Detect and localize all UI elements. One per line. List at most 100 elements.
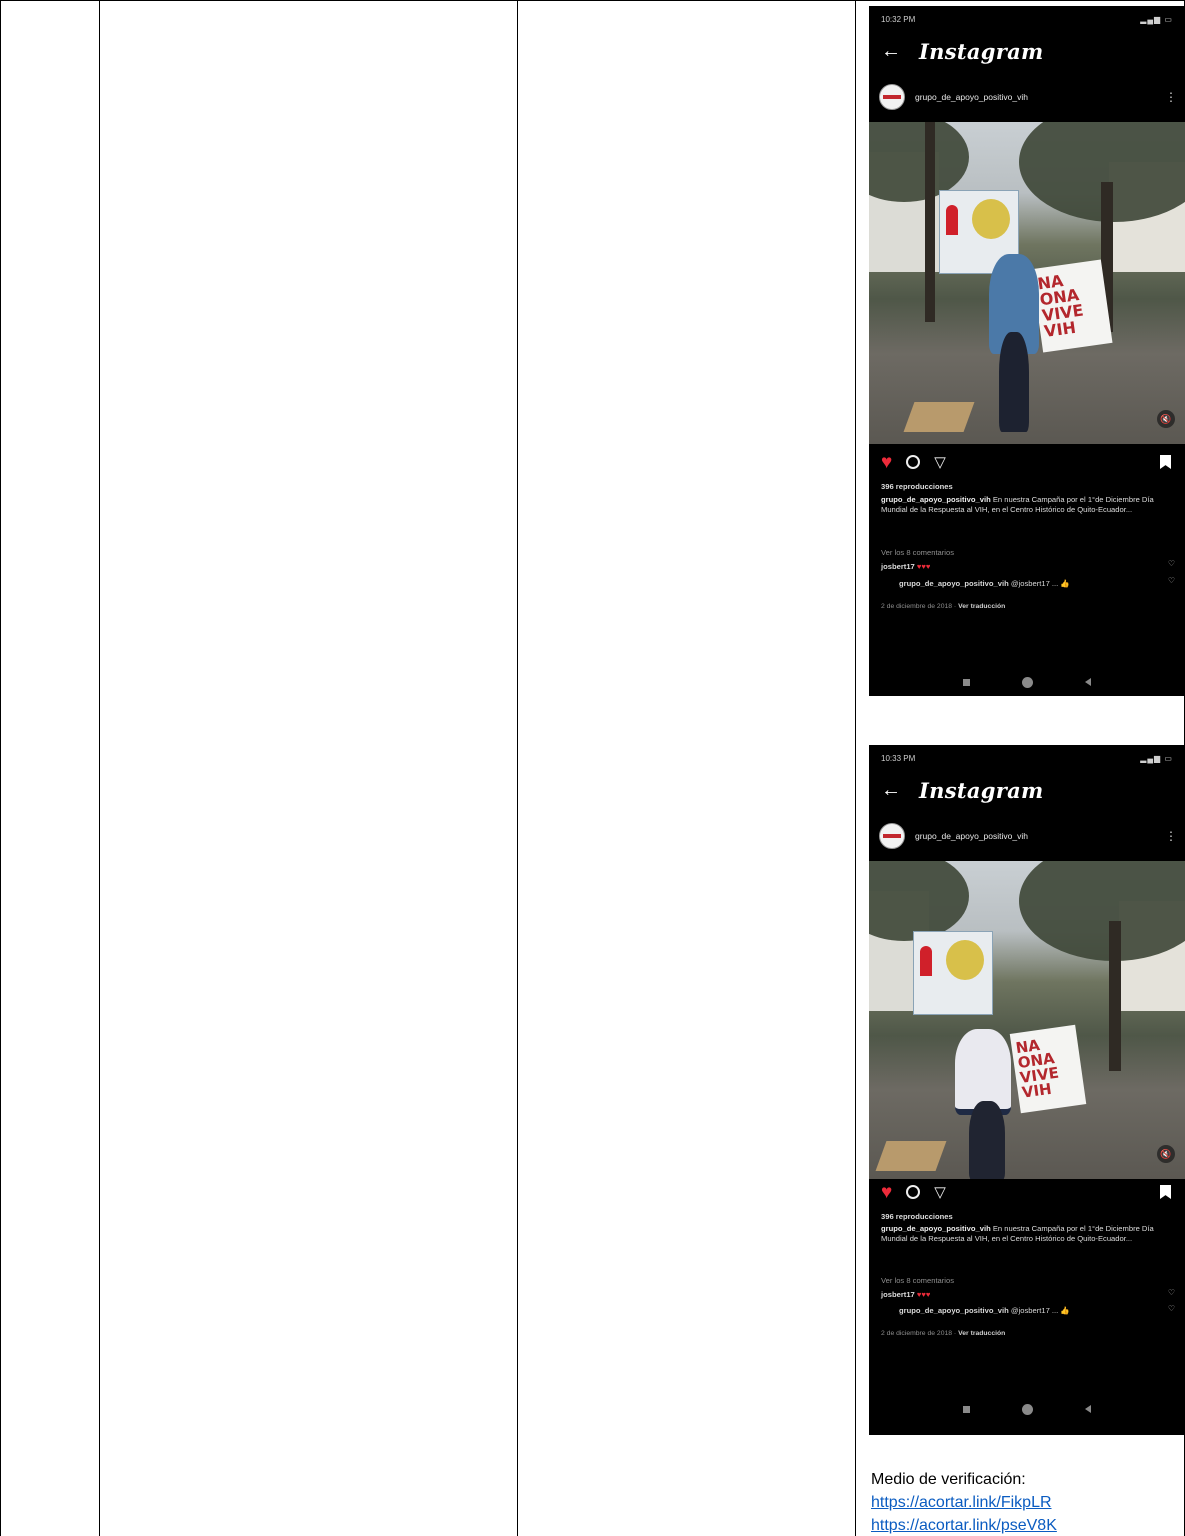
reply-text: @josbert17 ... xyxy=(1010,579,1059,588)
poster-disc xyxy=(972,199,1010,239)
post-video-frame[interactable]: NA ONA VIVE VIH 🔇 xyxy=(869,122,1185,444)
instagram-screenshot-2: 10:33 PM ▂▄▆ ▭ ← Instagram grupo_de_apoy… xyxy=(869,745,1185,1435)
table-col-border-2 xyxy=(99,0,100,1536)
back-arrow-icon[interactable]: ← xyxy=(881,779,901,802)
comment-like-icon[interactable]: ♡ xyxy=(1168,1288,1175,1297)
more-options-icon[interactable]: ⋮ xyxy=(1165,90,1177,104)
cardboard-box xyxy=(903,402,975,432)
caption-username[interactable]: grupo_de_apoyo_positivo_vih xyxy=(881,495,991,504)
reply-like-icon[interactable]: ♡ xyxy=(1168,576,1175,585)
post-header: grupo_de_apoyo_positivo_vih ⋮ xyxy=(879,84,1177,110)
comment-icon[interactable] xyxy=(906,1185,921,1199)
post-date-line: 2 de diciembre de 2018 · Ver traducción xyxy=(881,1330,1006,1337)
red-ribbon-icon xyxy=(920,946,932,976)
protest-banner: NA ONA VIVE VIH xyxy=(1031,259,1113,353)
like-heart-icon[interactable]: ♥ xyxy=(881,453,892,472)
view-comments-link[interactable]: Ver los 8 comentarios xyxy=(881,548,1171,558)
back-arrow-icon[interactable]: ← xyxy=(881,40,901,63)
reply-comment: grupo_de_apoyo_positivo_vih @josbert17 .… xyxy=(899,579,1171,589)
post-username[interactable]: grupo_de_apoyo_positivo_vih xyxy=(915,831,1165,841)
nav-back-icon[interactable] xyxy=(1085,1405,1091,1413)
comment-username[interactable]: josbert17 xyxy=(881,562,915,571)
tree-trunk xyxy=(1109,921,1121,1071)
home-icon[interactable] xyxy=(1022,1403,1033,1415)
post-caption: grupo_de_apoyo_positivo_vih En nuestra C… xyxy=(881,1224,1171,1244)
reply-like-icon[interactable]: ♡ xyxy=(1168,1304,1175,1313)
tree-canopy xyxy=(869,861,969,941)
post-date: 2 de diciembre de 2018 xyxy=(881,1330,953,1337)
red-ribbon-icon xyxy=(946,205,958,235)
banner-text: NA ONA VIVE VIH xyxy=(1036,271,1085,342)
comment: josbert17 ♥♥♥ xyxy=(881,1290,1171,1300)
comment-hearts: ♥♥♥ xyxy=(916,1290,931,1299)
reply-comment: grupo_de_apoyo_positivo_vih @josbert17 .… xyxy=(899,1306,1171,1316)
table-col-border-1 xyxy=(0,0,1,1536)
person xyxy=(969,1101,1005,1179)
mute-icon[interactable]: 🔇 xyxy=(1157,1145,1175,1163)
campaign-poster xyxy=(913,931,993,1015)
thumbs-up-icon: 👍 xyxy=(1060,579,1070,588)
comment: josbert17 ♥♥♥ xyxy=(881,562,1171,572)
caption-username[interactable]: grupo_de_apoyo_positivo_vih xyxy=(881,1224,991,1233)
post-username[interactable]: grupo_de_apoyo_positivo_vih xyxy=(915,92,1165,102)
signal-battery-icon: ▂▄▆ ▭ xyxy=(1140,754,1173,763)
person xyxy=(999,332,1029,432)
app-top-bar: ← Instagram xyxy=(881,36,1173,66)
verification-link-1[interactable]: https://acortar.link/FikpLR xyxy=(871,1494,1052,1512)
avatar[interactable] xyxy=(879,84,905,110)
post-header: grupo_de_apoyo_positivo_vih ⋮ xyxy=(879,823,1177,849)
recents-icon[interactable] xyxy=(963,678,970,686)
share-icon[interactable]: ▽ xyxy=(934,455,946,470)
share-icon[interactable]: ▽ xyxy=(934,1185,946,1200)
status-bar: 10:33 PM ▂▄▆ ▭ xyxy=(881,754,1173,766)
android-nav-bar xyxy=(869,1401,1185,1417)
comment-username[interactable]: josbert17 xyxy=(881,1290,915,1299)
post-actions: ♥ ▽ xyxy=(881,451,1171,473)
table-col-border-3 xyxy=(517,0,518,1536)
comment-hearts: ♥♥♥ xyxy=(916,562,931,571)
android-nav-bar xyxy=(869,674,1185,690)
post-date: 2 de diciembre de 2018 xyxy=(881,603,953,610)
translate-link[interactable]: Ver traducción xyxy=(958,603,1005,610)
like-heart-icon[interactable]: ♥ xyxy=(881,1183,892,1202)
post-actions: ♥ ▽ xyxy=(881,1181,1171,1203)
status-time: 10:33 PM xyxy=(881,754,916,763)
bookmark-icon[interactable] xyxy=(1160,455,1171,469)
comment-like-icon[interactable]: ♡ xyxy=(1168,559,1175,568)
verification-link-2[interactable]: https://acortar.link/pseV8K xyxy=(871,1517,1057,1535)
reply-text: @josbert17 ... xyxy=(1010,1306,1059,1315)
avatar[interactable] xyxy=(879,823,905,849)
nav-back-icon[interactable] xyxy=(1085,678,1091,686)
banner-text: NA ONA VIVE VIH xyxy=(1014,1036,1060,1102)
verification-label: Medio de verificación: xyxy=(871,1471,1026,1488)
translate-link[interactable]: Ver traducción xyxy=(958,1330,1005,1337)
post-caption: grupo_de_apoyo_positivo_vih En nuestra C… xyxy=(881,495,1171,515)
recents-icon[interactable] xyxy=(963,1405,970,1413)
protest-banner: NA ONA VIVE VIH xyxy=(1009,1024,1087,1114)
view-comments-link[interactable]: Ver los 8 comentarios xyxy=(881,1276,1171,1286)
table-top-border xyxy=(0,0,1185,1)
table-col-border-4 xyxy=(855,0,856,1536)
post-video-frame[interactable]: NA ONA VIVE VIH 🔇 xyxy=(869,861,1185,1179)
cardboard-box xyxy=(875,1141,947,1171)
more-options-icon[interactable]: ⋮ xyxy=(1165,829,1177,843)
app-title: Instagram xyxy=(919,777,1044,803)
post-date-line: 2 de diciembre de 2018 · Ver traducción xyxy=(881,603,1006,610)
home-icon[interactable] xyxy=(1022,676,1033,688)
bookmark-icon[interactable] xyxy=(1160,1185,1171,1199)
instagram-screenshot-1: 10:32 PM ▂▄▆ ▭ ← Instagram grupo_de_apoy… xyxy=(869,6,1185,696)
mute-icon[interactable]: 🔇 xyxy=(1157,410,1175,428)
tree-canopy xyxy=(1019,861,1185,961)
thumbs-up-icon: 👍 xyxy=(1060,1306,1070,1315)
reply-username[interactable]: grupo_de_apoyo_positivo_vih xyxy=(899,1306,1009,1315)
comment-icon[interactable] xyxy=(906,455,921,469)
signal-battery-icon: ▂▄▆ ▭ xyxy=(1140,15,1173,24)
app-title: Instagram xyxy=(919,38,1044,64)
lamp-post xyxy=(925,122,935,322)
app-top-bar: ← Instagram xyxy=(881,775,1173,805)
views-count: 396 reproducciones xyxy=(881,482,953,491)
status-bar: 10:32 PM ▂▄▆ ▭ xyxy=(881,15,1173,27)
views-count: 396 reproducciones xyxy=(881,1212,953,1221)
poster-disc xyxy=(946,940,984,980)
reply-username[interactable]: grupo_de_apoyo_positivo_vih xyxy=(899,579,1009,588)
